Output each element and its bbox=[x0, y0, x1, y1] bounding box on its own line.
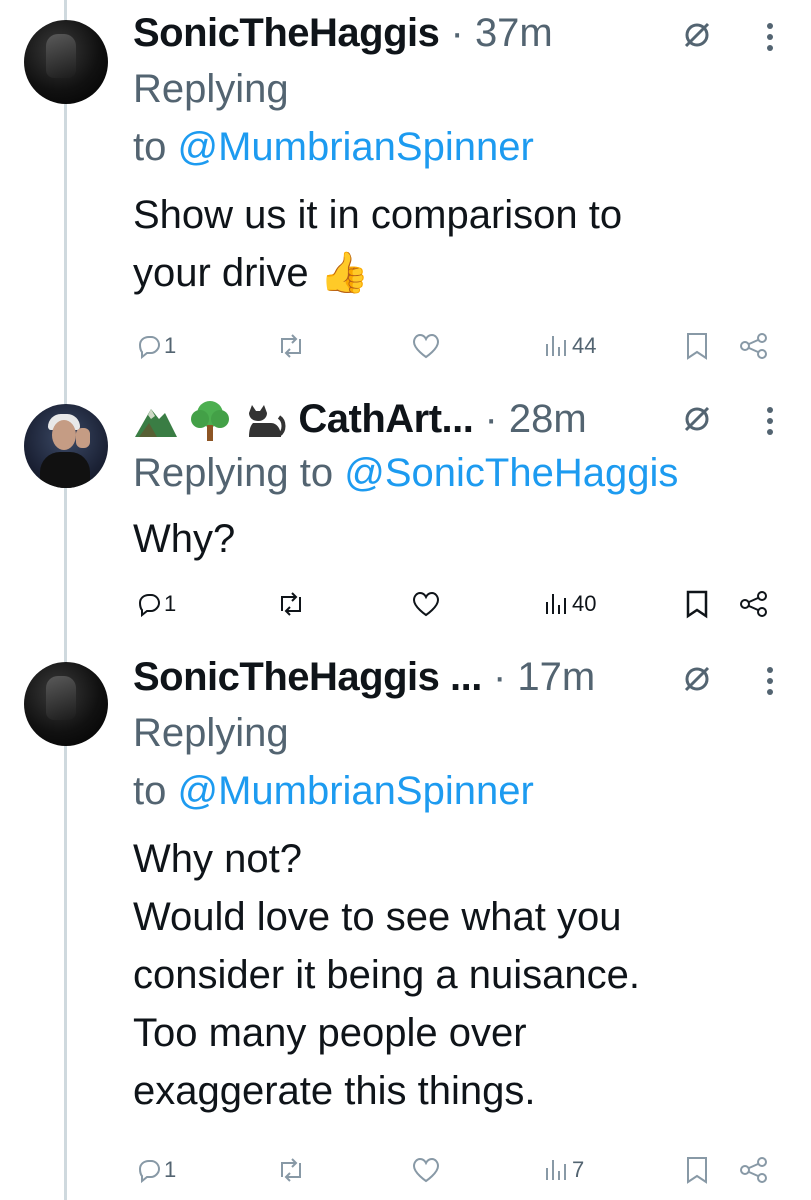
replying-label: Replying bbox=[133, 711, 289, 755]
grok-icon[interactable] bbox=[682, 404, 712, 434]
like-button[interactable] bbox=[410, 326, 442, 366]
replying-label: Replying bbox=[133, 67, 289, 111]
like-button[interactable] bbox=[410, 1150, 442, 1190]
mountain-emoji bbox=[135, 409, 177, 438]
reply-count: 1 bbox=[164, 591, 177, 616]
views-button[interactable]: 44 bbox=[542, 326, 596, 366]
reply-icon bbox=[138, 594, 161, 618]
share-button[interactable] bbox=[738, 584, 770, 624]
author-name[interactable]: CathArt... bbox=[298, 397, 474, 441]
tweet-2[interactable]: CathArt... · 28m Replying to @SonicTheHa… bbox=[0, 380, 811, 642]
repost-icon bbox=[281, 592, 301, 616]
action-bar: 1 44 bbox=[0, 326, 811, 366]
grok-icon[interactable] bbox=[682, 664, 712, 694]
timestamp[interactable]: 17m bbox=[517, 655, 595, 699]
bookmark-icon bbox=[687, 1157, 707, 1184]
share-icon bbox=[740, 1157, 767, 1183]
tweet-text-line: Why? bbox=[133, 517, 236, 561]
more-options-icon[interactable] bbox=[766, 666, 774, 696]
views-icon bbox=[546, 1160, 566, 1180]
separator: · bbox=[481, 655, 518, 699]
bookmark-button[interactable] bbox=[684, 1150, 710, 1190]
views-icon bbox=[546, 336, 566, 356]
reply-button[interactable]: 1 bbox=[134, 584, 176, 624]
avatar[interactable] bbox=[24, 20, 108, 104]
tweet-text-line: exaggerate this things. bbox=[133, 1069, 536, 1113]
like-button[interactable] bbox=[410, 584, 442, 624]
repost-button[interactable] bbox=[275, 1150, 307, 1190]
reply-icon bbox=[138, 1160, 161, 1184]
heart-icon bbox=[412, 591, 440, 617]
heart-icon bbox=[412, 333, 440, 359]
separator: · bbox=[439, 11, 475, 55]
tweet-3[interactable]: SonicTheHaggis ... · 17m Replying to @Mu… bbox=[0, 642, 811, 1200]
author-name-ellipsis: ... bbox=[439, 655, 482, 699]
heart-icon bbox=[412, 1157, 440, 1183]
author-name[interactable]: SonicTheHaggis bbox=[133, 11, 440, 55]
reply-button[interactable]: 1 bbox=[134, 326, 176, 366]
replying-to-label: to bbox=[133, 125, 178, 169]
reply-button[interactable]: 1 bbox=[134, 1150, 176, 1190]
more-options-icon[interactable] bbox=[766, 406, 774, 436]
more-options-icon[interactable] bbox=[766, 22, 774, 52]
author-name[interactable]: SonicTheHaggis bbox=[133, 655, 440, 699]
grok-icon[interactable] bbox=[682, 20, 712, 50]
share-icon bbox=[740, 591, 767, 617]
timestamp[interactable]: 28m bbox=[509, 397, 587, 441]
bookmark-button[interactable] bbox=[684, 326, 710, 366]
repost-icon bbox=[281, 1158, 301, 1182]
tweet-text-line: Too many people over bbox=[133, 1011, 527, 1055]
separator: · bbox=[473, 397, 509, 441]
views-icon bbox=[546, 594, 566, 614]
avatar[interactable] bbox=[24, 662, 108, 746]
reply-handle-link[interactable]: @MumbrianSpinner bbox=[177, 769, 533, 813]
share-icon bbox=[740, 333, 767, 359]
tweet-1[interactable]: SonicTheHaggis · 37m Replying to @Mumbri… bbox=[0, 0, 811, 380]
reply-count: 1 bbox=[164, 333, 177, 358]
tweet-text-line: consider it being a nuisance. bbox=[133, 953, 640, 997]
repost-button[interactable] bbox=[275, 326, 307, 366]
tweet-text-line: Show us it in comparison to bbox=[133, 193, 623, 237]
views-count: 44 bbox=[572, 333, 597, 358]
replying-to-label: to bbox=[133, 769, 178, 813]
reply-handle-link[interactable]: @MumbrianSpinner bbox=[177, 125, 533, 169]
tweet-text-line: Why not? bbox=[133, 837, 302, 881]
repost-icon bbox=[281, 334, 301, 358]
action-bar: 1 7 bbox=[0, 1150, 811, 1190]
reply-count: 1 bbox=[164, 1157, 177, 1182]
bookmark-icon bbox=[687, 333, 707, 360]
replying-to-label: Replying to bbox=[133, 451, 345, 495]
share-button[interactable] bbox=[738, 326, 770, 366]
views-count: 7 bbox=[572, 1157, 585, 1182]
avatar[interactable] bbox=[24, 404, 108, 488]
bookmark-icon bbox=[686, 590, 708, 619]
timestamp[interactable]: 37m bbox=[475, 11, 553, 55]
views-button[interactable]: 7 bbox=[542, 1150, 584, 1190]
views-count: 40 bbox=[572, 591, 597, 616]
tree-emoji bbox=[191, 401, 230, 442]
tweet-text-line: your drive bbox=[133, 251, 320, 295]
tweet-text-line: Would love to see what you bbox=[133, 895, 622, 939]
bookmark-button[interactable] bbox=[684, 584, 710, 624]
repost-button[interactable] bbox=[275, 584, 307, 624]
black-cat-emoji bbox=[249, 405, 286, 438]
thumbs-up-emoji: 👍 bbox=[319, 251, 370, 295]
views-button[interactable]: 40 bbox=[542, 584, 596, 624]
share-button[interactable] bbox=[738, 1150, 770, 1190]
reply-icon bbox=[138, 336, 161, 360]
action-bar: 1 40 bbox=[0, 584, 811, 624]
reply-handle-link[interactable]: @SonicTheHaggis bbox=[344, 451, 678, 495]
